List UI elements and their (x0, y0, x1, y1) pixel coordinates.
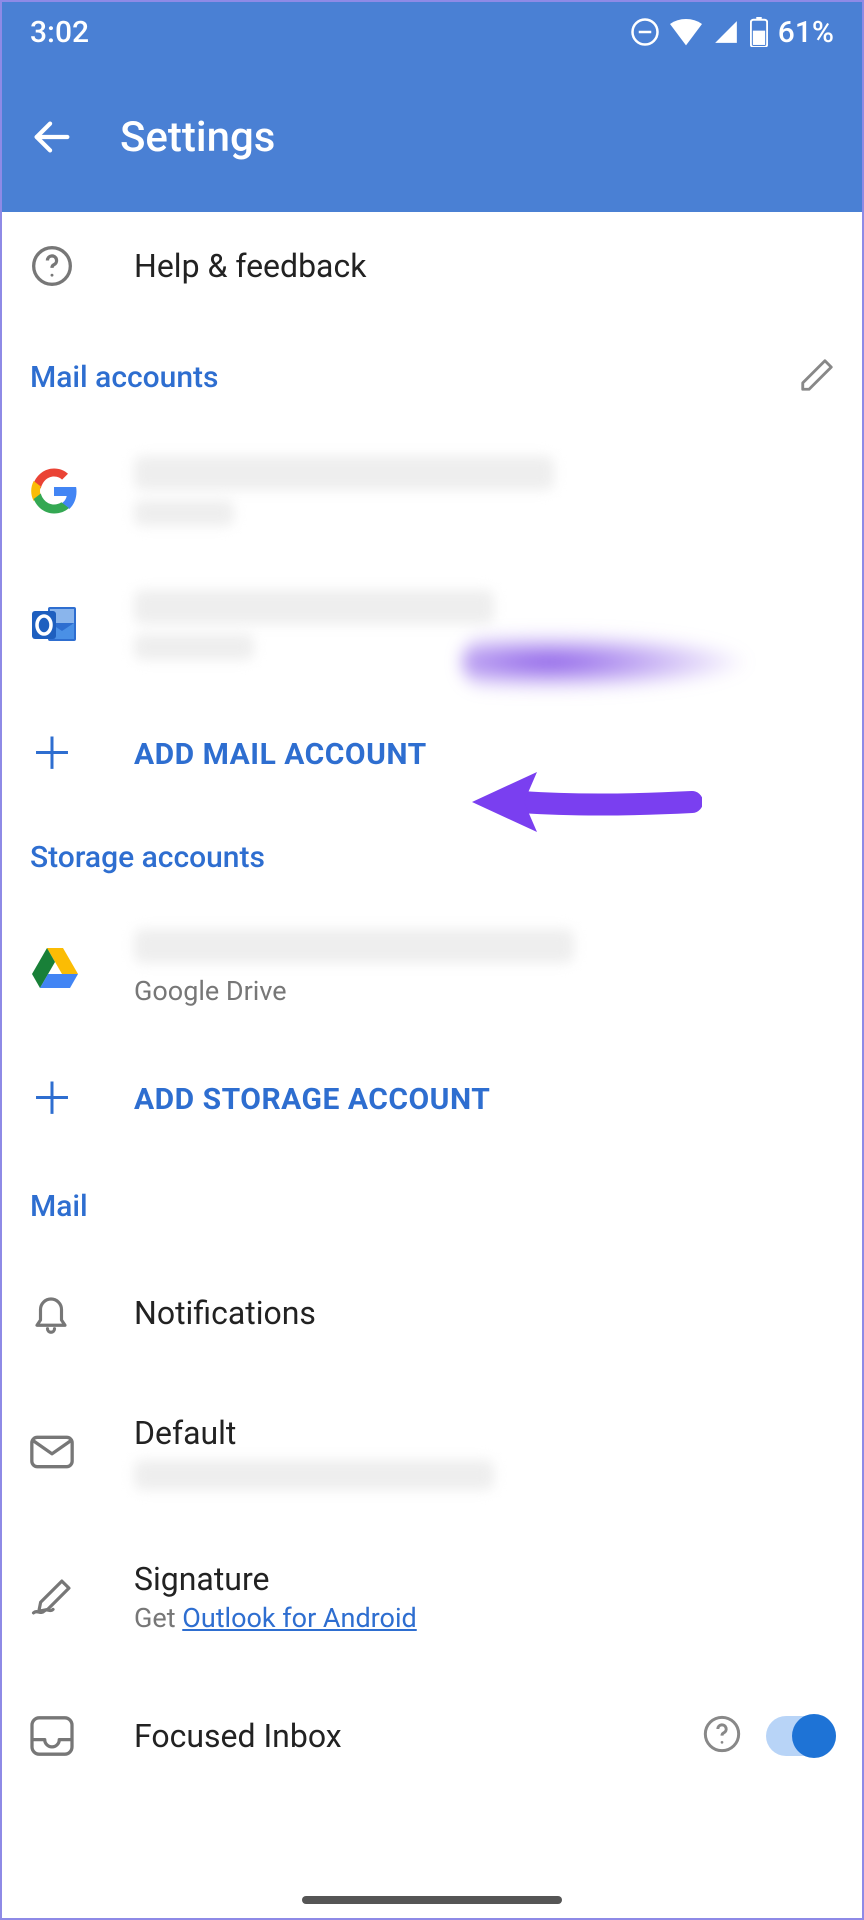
home-indicator[interactable] (302, 1896, 562, 1904)
google-icon (30, 467, 78, 515)
signature-row[interactable]: Signature Get Outlook for Android (2, 1520, 862, 1664)
mail-section-heading: Mail (2, 1161, 862, 1234)
plus-icon: ＋ (30, 732, 74, 776)
status-bar: 3:02 61% (2, 2, 862, 62)
signature-label: Signature (134, 1560, 836, 1598)
pencil-icon (798, 356, 836, 394)
focused-inbox-toggle[interactable] (766, 1716, 836, 1756)
storage-account-gdrive[interactable]: Google Drive (2, 885, 862, 1037)
add-mail-account-button[interactable]: ＋ ADD MAIL ACCOUNT (2, 694, 862, 814)
default-row[interactable]: Default (2, 1380, 862, 1520)
plus-icon: ＋ (30, 1077, 74, 1121)
back-arrow-icon (29, 114, 75, 160)
add-storage-account-label: ADD STORAGE ACCOUNT (134, 1082, 836, 1117)
help-icon (30, 244, 74, 288)
section-label: Mail accounts (30, 360, 218, 395)
status-right: 61% (630, 15, 834, 50)
signature-prefix: Get (134, 1602, 182, 1634)
storage-accounts-heading: Storage accounts (2, 814, 862, 885)
annotation-cursor-blur (462, 632, 752, 692)
signature-subtitle: Get Outlook for Android (134, 1602, 836, 1634)
help-icon (702, 1714, 742, 1754)
outlook-icon (30, 603, 78, 647)
help-feedback-label: Help & feedback (134, 247, 836, 285)
battery-icon (750, 17, 768, 47)
inbox-icon (30, 1716, 74, 1756)
mail-icon (30, 1435, 74, 1469)
edit-accounts-button[interactable] (798, 356, 836, 398)
focused-inbox-row[interactable]: Focused Inbox (2, 1664, 862, 1778)
signal-icon (712, 19, 740, 45)
bell-icon (30, 1290, 72, 1336)
dnd-icon (630, 17, 660, 47)
add-storage-account-button[interactable]: ＋ ADD STORAGE ACCOUNT (2, 1037, 862, 1161)
wifi-icon (670, 18, 702, 46)
section-label: Storage accounts (30, 840, 265, 875)
back-button[interactable] (22, 114, 82, 160)
battery-percent: 61% (778, 15, 834, 50)
mail-accounts-heading: Mail accounts (2, 320, 862, 408)
section-label: Mail (30, 1189, 88, 1224)
outlook-android-link[interactable]: Outlook for Android (182, 1602, 417, 1634)
google-drive-icon (30, 946, 80, 990)
page-title: Settings (120, 113, 275, 162)
app-header: Settings (2, 62, 862, 212)
notifications-row[interactable]: Notifications (2, 1234, 862, 1380)
status-time: 3:02 (30, 15, 89, 50)
notifications-label: Notifications (134, 1294, 836, 1332)
help-feedback-row[interactable]: Help & feedback (2, 212, 862, 320)
signature-icon (30, 1577, 76, 1617)
focused-inbox-help-button[interactable] (702, 1714, 742, 1758)
mail-account-google[interactable] (2, 408, 862, 556)
default-label: Default (134, 1414, 836, 1452)
add-mail-account-label: ADD MAIL ACCOUNT (134, 737, 836, 772)
storage-subtitle: Google Drive (134, 975, 836, 1007)
focused-inbox-label: Focused Inbox (134, 1717, 702, 1755)
